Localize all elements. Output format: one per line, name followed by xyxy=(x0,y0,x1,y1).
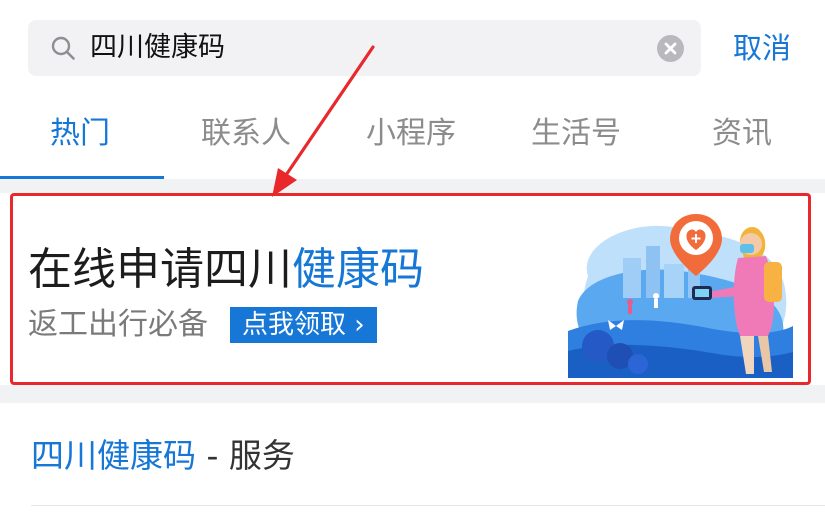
row-divider xyxy=(31,505,825,506)
result-type: - 服务 xyxy=(196,436,295,475)
result-item-service[interactable]: 四川健康码 - 服务 xyxy=(0,403,825,508)
banner-title: 在线申请四川健康码 xyxy=(28,242,424,298)
banner-title-main: 在线申请四川 xyxy=(28,244,292,295)
tab-mini-programs[interactable]: 小程序 xyxy=(351,110,471,158)
banner-subtitle: 返工出行必备 xyxy=(28,307,208,342)
banner-title-highlight: 健康码 xyxy=(292,244,424,295)
cancel-button[interactable]: 取消 xyxy=(733,28,791,68)
search-input[interactable]: 四川健康码 xyxy=(90,28,225,68)
search-box[interactable]: 四川健康码 xyxy=(28,20,701,76)
claim-button-label: 点我领取 xyxy=(242,310,347,340)
section-divider xyxy=(0,385,825,403)
health-code-banner[interactable]: 在线申请四川健康码 返工出行必备 点我领取 › xyxy=(10,193,811,385)
result-name-highlight: 四川健康码 xyxy=(31,436,196,475)
tab-news[interactable]: 资讯 xyxy=(682,110,802,158)
section-divider xyxy=(0,179,825,193)
tab-hot[interactable]: 热门 xyxy=(20,110,140,158)
clear-icon[interactable] xyxy=(657,35,684,62)
result-title: 四川健康码 - 服务 xyxy=(31,433,295,479)
tab-life-accounts[interactable]: 生活号 xyxy=(516,110,636,158)
search-icon xyxy=(50,35,76,61)
banner-illustration xyxy=(568,214,793,378)
chevron-right-icon: › xyxy=(354,310,365,340)
tab-contacts[interactable]: 联系人 xyxy=(186,110,306,158)
claim-button[interactable]: 点我领取 › xyxy=(230,307,377,343)
